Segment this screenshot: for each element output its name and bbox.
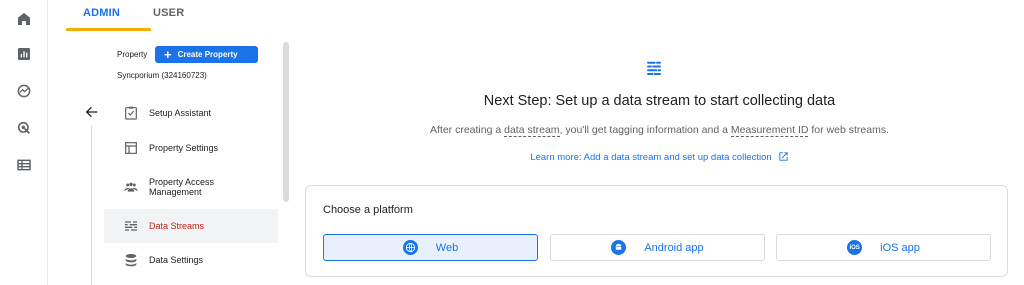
- nav-item-data-streams[interactable]: Data Streams: [104, 209, 278, 243]
- nav-label: Data Settings: [149, 255, 204, 265]
- nav-item-property-access[interactable]: Property Access Management: [104, 170, 278, 204]
- measurement-id-term[interactable]: Measurement ID: [730, 124, 809, 137]
- nav-scrollbar[interactable]: [283, 42, 289, 202]
- explore-icon[interactable]: [16, 83, 32, 99]
- nav-divider: [91, 126, 92, 285]
- data-streams-icon: [645, 59, 663, 77]
- platform-label: iOS app: [880, 241, 920, 254]
- property-selector[interactable]: Syncporium (324160723): [117, 71, 207, 80]
- advertising-icon[interactable]: [16, 120, 32, 136]
- platform-label: Web: [435, 241, 459, 254]
- nav-label: Data Streams: [149, 221, 205, 231]
- people-icon: [123, 179, 139, 195]
- tab-admin[interactable]: ADMIN: [83, 7, 120, 19]
- card-title: Choose a platform: [323, 204, 413, 216]
- page-description: After creating a data stream, you'll get…: [429, 124, 889, 137]
- configure-icon[interactable]: [16, 157, 32, 173]
- create-property-label: Create Property: [177, 50, 238, 59]
- nav-label: Property Settings: [149, 143, 219, 153]
- left-rail: [0, 0, 48, 285]
- page-headline: Next Step: Set up a data stream to start…: [483, 93, 836, 109]
- learn-more-link[interactable]: Learn more: Add a data stream and set up…: [295, 151, 1024, 163]
- tab-user[interactable]: USER: [153, 7, 184, 19]
- admin-user-tabs: ADMIN USER: [48, 0, 1024, 30]
- plus-icon: +: [164, 47, 172, 62]
- nav-item-property-settings[interactable]: Property Settings: [104, 131, 278, 165]
- platform-label: Android app: [644, 241, 704, 254]
- reports-icon[interactable]: [16, 46, 32, 62]
- external-link-icon: [779, 152, 788, 161]
- data-stream-term[interactable]: data stream: [504, 124, 560, 137]
- settings-page-icon: [123, 140, 139, 156]
- android-icon: [611, 240, 627, 255]
- web-platform-button[interactable]: Web: [323, 234, 538, 261]
- nav-label: Property Access Management: [149, 177, 215, 197]
- choose-platform-card: Choose a platform Web Android app iOS iO…: [305, 185, 1008, 277]
- nav-item-data-settings[interactable]: Data Settings: [104, 243, 278, 277]
- collapse-nav-button[interactable]: [80, 100, 104, 124]
- android-platform-button[interactable]: Android app: [550, 234, 765, 261]
- globe-icon: [402, 240, 418, 255]
- ios-platform-button[interactable]: iOS iOS app: [776, 234, 991, 261]
- checklist-icon: [123, 105, 139, 121]
- arrow-left-icon: [85, 106, 98, 118]
- nav-label: Setup Assistant: [149, 108, 212, 118]
- data-streams-icon: [123, 218, 139, 234]
- ios-icon: iOS: [847, 240, 863, 255]
- database-icon: [123, 252, 139, 268]
- property-label: Property: [117, 50, 148, 59]
- nav-item-setup-assistant[interactable]: Setup Assistant: [104, 96, 278, 130]
- active-tab-indicator: [66, 28, 151, 31]
- home-icon[interactable]: [16, 11, 32, 27]
- create-property-button[interactable]: + Create Property: [155, 46, 258, 63]
